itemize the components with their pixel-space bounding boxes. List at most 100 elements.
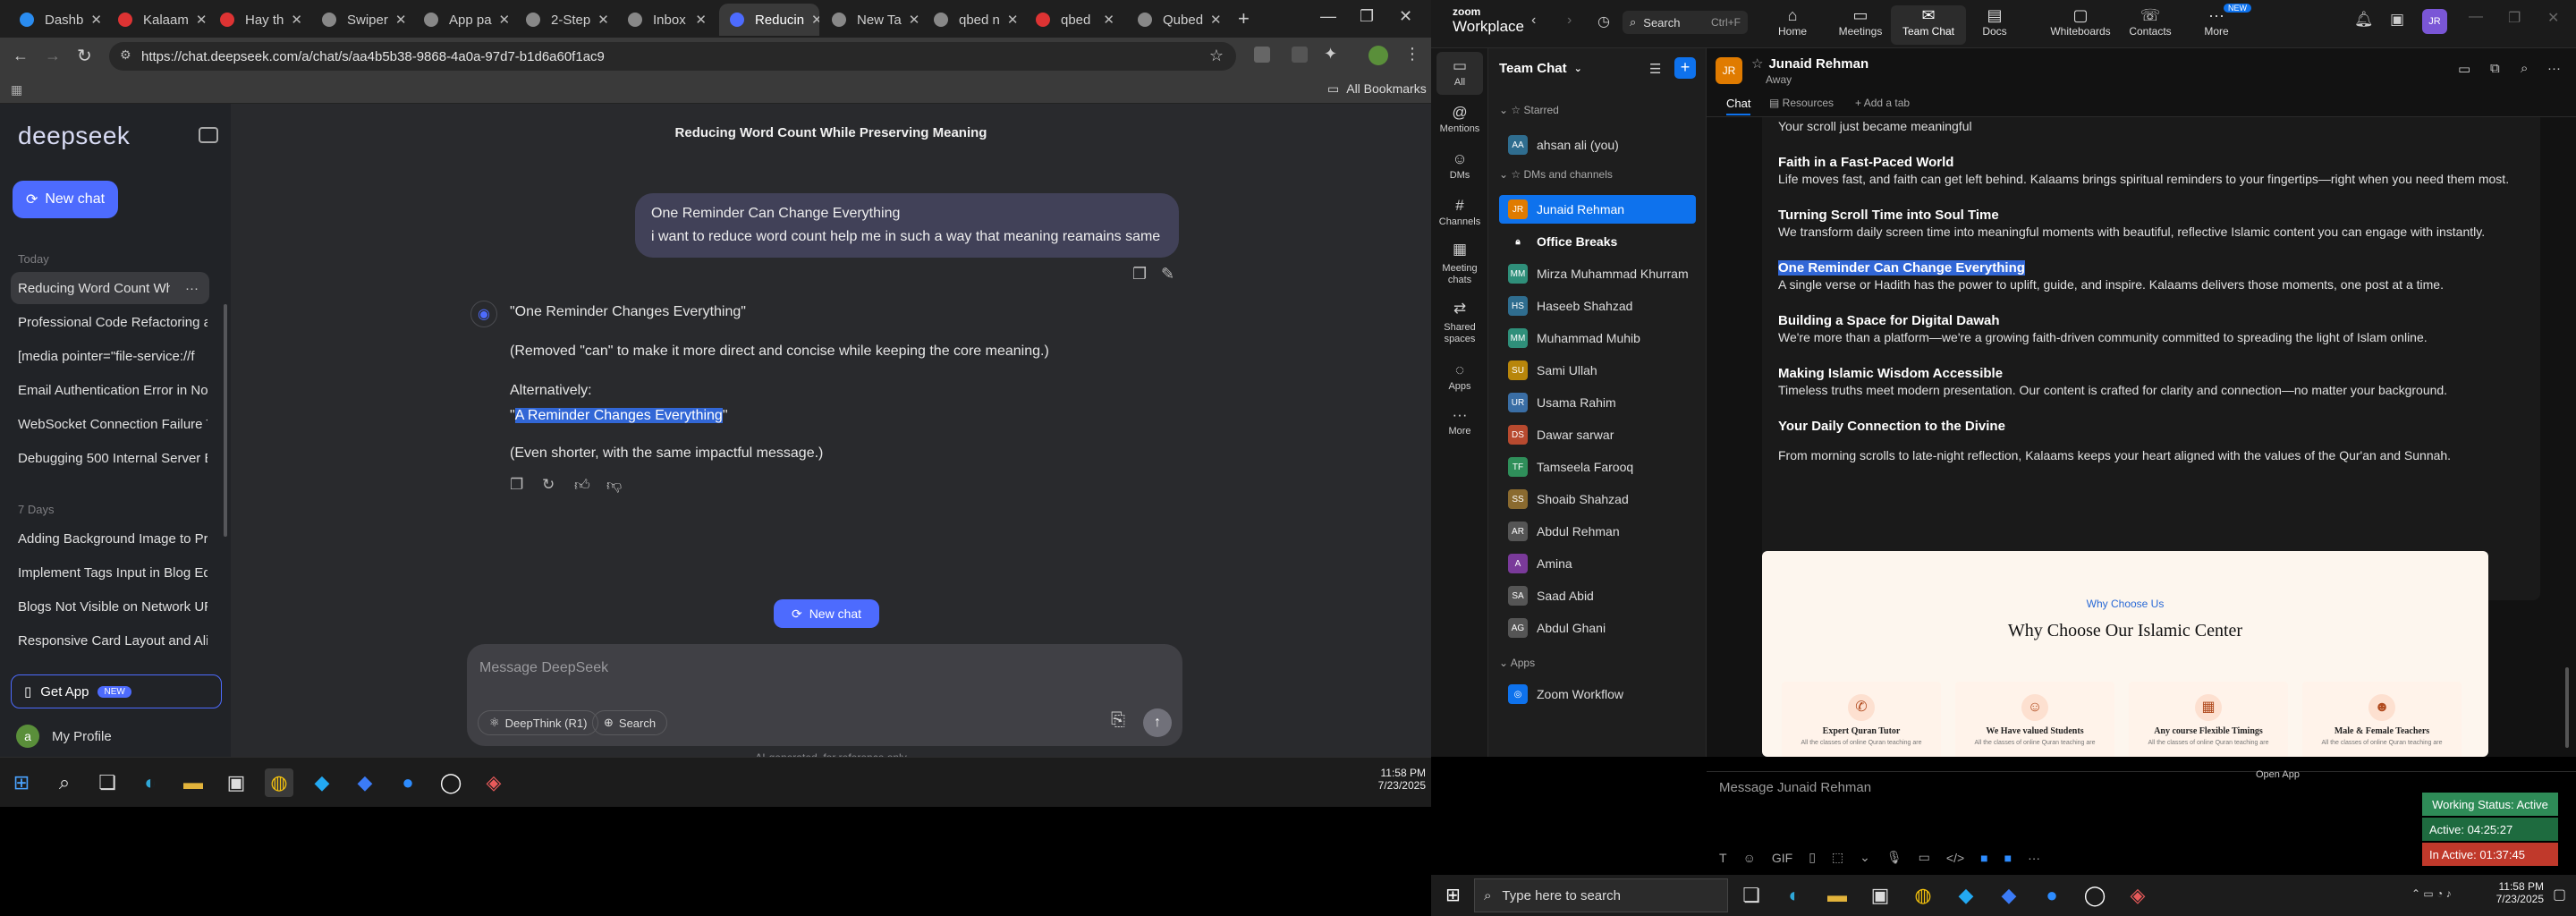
minimize-icon[interactable]: — — [2469, 9, 2483, 25]
notification-icon[interactable]: ▢ — [2553, 886, 2566, 903]
file-explorer-icon[interactable]: ▬ — [1823, 881, 1852, 910]
chat-avatar[interactable]: JR — [1716, 57, 1742, 84]
thumbs-up-icon[interactable]: 👍︎ — [574, 476, 590, 495]
video-call-icon[interactable]: ▭ — [2458, 61, 2470, 77]
history-icon[interactable]: ◷ — [1597, 13, 1610, 30]
rail-more[interactable]: ··· More — [1431, 406, 1488, 437]
chat-header-name[interactable]: ☆ Junaid Rehman — [1751, 55, 1868, 72]
gif-icon[interactable]: GIF — [1772, 851, 1792, 865]
deepthink-toggle[interactable]: ⚛ DeepThink (R1) — [478, 710, 599, 735]
close-window-icon[interactable]: ✕ — [1399, 7, 1412, 26]
zoom-icon[interactable]: ● — [2038, 881, 2066, 910]
vscode-icon[interactable]: ◆ — [308, 768, 336, 797]
browser-tab[interactable]: Qubed ✕ — [1127, 4, 1227, 36]
browser-tab[interactable]: App pa ✕ — [413, 4, 513, 36]
vscode-icon[interactable]: ◆ — [1952, 881, 1980, 910]
app-icon[interactable]: ◈ — [2123, 881, 2152, 910]
copy-icon[interactable]: ❐ — [510, 476, 523, 494]
chrome-icon[interactable]: ◍ — [1909, 881, 1937, 910]
store-icon[interactable]: ▣ — [1866, 881, 1894, 910]
emoji-icon[interactable]: ☺ — [1743, 851, 1756, 865]
get-app-button[interactable]: ▯ Get App NEW — [11, 674, 222, 708]
close-icon[interactable]: ✕ — [804, 12, 819, 28]
contact-item[interactable]: AG Abdul Ghani — [1499, 614, 1696, 642]
edge-icon[interactable]: ◐ — [136, 768, 165, 797]
forward-icon[interactable]: → — [45, 47, 61, 65]
channel-item[interactable]: 🔒︎ Office Breaks — [1499, 227, 1696, 256]
format-text-icon[interactable]: T — [1719, 851, 1727, 865]
close-icon[interactable]: ✕ — [1203, 12, 1222, 28]
open-app-link[interactable]: Open App — [2256, 769, 2300, 780]
code-icon[interactable]: </> — [1946, 851, 1964, 865]
contact-item[interactable]: MM Mirza Muhammad Khurram — [1499, 259, 1696, 288]
extension-icon[interactable] — [1254, 47, 1270, 63]
starred-section[interactable]: ⌄ ☆ Starred — [1499, 104, 1559, 116]
forward-icon[interactable]: › — [1567, 13, 1572, 29]
my-profile[interactable]: a My Profile — [16, 725, 112, 748]
contact-item-active[interactable]: JR Junaid Rehman — [1499, 195, 1696, 224]
app-icon[interactable]: ◈ — [479, 768, 508, 797]
zoom-icon[interactable]: ● — [394, 768, 422, 797]
screenshot-icon[interactable]: ⬚ — [1832, 850, 1843, 865]
app-icon[interactable]: ◯ — [436, 768, 465, 797]
close-icon[interactable]: ✕ — [492, 12, 511, 28]
extensions-puzzle-icon[interactable]: ✦ — [1324, 45, 1337, 64]
profile-avatar[interactable]: JR — [2422, 9, 2447, 34]
attach-icon[interactable]: ⎘ — [1111, 710, 1125, 731]
new-chat-pill-button[interactable]: ⟳ New chat — [774, 599, 879, 628]
bookmark-star-icon[interactable]: ☆ — [1209, 47, 1224, 65]
contact-item[interactable]: SS Shoaib Shahzad — [1499, 485, 1696, 513]
close-window-icon[interactable]: ✕ — [2547, 9, 2559, 27]
back-icon[interactable]: ← — [13, 47, 29, 65]
microphone-icon[interactable]: 🎙︎ — [1886, 850, 1902, 865]
app-extension-icon[interactable]: ■ — [2004, 851, 2012, 865]
contact-item[interactable]: A Amina — [1499, 549, 1696, 578]
contact-item[interactable]: AR Abdul Rehman — [1499, 517, 1696, 546]
browser-tab-active[interactable]: Reducin ✕ — [719, 4, 819, 36]
browser-tab[interactable]: New Ta ✕ — [821, 4, 921, 36]
browser-tab[interactable]: Inbox ✕ — [617, 4, 717, 36]
nav-meetings[interactable]: ▭ Meetings — [1823, 5, 1898, 45]
contact-item[interactable]: TF Tamseela Farooq — [1499, 453, 1696, 481]
app-extension-icon[interactable]: ■ — [1980, 851, 1987, 865]
browser-tab[interactable]: 2-Step ✕ — [515, 4, 615, 36]
search-toggle[interactable]: ⊕ Search — [592, 710, 668, 735]
history-item[interactable]: Professional Code Refactoring and — [11, 306, 208, 338]
rail-channels[interactable]: # Channels — [1431, 197, 1488, 227]
tab-chat[interactable]: Chat — [1726, 97, 1751, 115]
tab-resources[interactable]: ▤ Resources — [1769, 97, 1834, 109]
close-icon[interactable]: ✕ — [388, 12, 407, 28]
close-icon[interactable]: ✕ — [189, 12, 208, 28]
chat-scrollbar[interactable] — [2565, 667, 2569, 748]
apps-icon[interactable]: ▣ — [2390, 11, 2404, 29]
clock[interactable]: 11:58 PM 7/23/2025 — [2479, 880, 2544, 905]
reload-icon[interactable]: ↻ — [77, 45, 92, 67]
apps-section[interactable]: ⌄ Apps — [1499, 657, 1535, 669]
address-bar[interactable]: ⚙ https://chat.deepseek.com/a/chat/s/aa4… — [109, 42, 1236, 71]
zoom-message-input[interactable]: Message Junaid Rehman — [1719, 780, 1871, 795]
contact-item[interactable]: HS Haseeb Shahzad — [1499, 292, 1696, 320]
browser-tab[interactable]: Dashb ✕ — [9, 4, 106, 36]
star-icon[interactable]: ☆ — [1751, 56, 1763, 72]
all-bookmarks[interactable]: ▭ All Bookmarks — [1327, 81, 1427, 97]
working-status-badge[interactable]: Working Status: Active — [2422, 793, 2558, 816]
nav-contacts[interactable]: ☏ Contacts — [2113, 5, 2188, 45]
system-tray-icons[interactable]: ⌃ ▭ ◔ ♪ — [2411, 887, 2452, 900]
close-icon[interactable]: ✕ — [688, 12, 707, 28]
history-item[interactable]: Adding Background Image to Pr — [11, 522, 208, 555]
compose-button[interactable]: + — [1674, 57, 1696, 79]
bell-icon[interactable]: 🔔︎ — [2354, 11, 2374, 29]
vscode-icon[interactable]: ◆ — [1995, 881, 2023, 910]
rail-dms[interactable]: ☺ DMs — [1431, 150, 1488, 181]
collapse-sidebar-icon[interactable] — [199, 127, 218, 143]
app-icon[interactable]: ◯ — [2080, 881, 2109, 910]
chevron-down-icon[interactable]: ⌄ — [1860, 850, 1870, 865]
sidebar-scrollbar[interactable] — [224, 304, 227, 537]
close-icon[interactable]: ✕ — [1096, 12, 1114, 28]
regenerate-icon[interactable]: ↻ — [542, 476, 555, 494]
nav-docs[interactable]: ▤ Docs — [1957, 5, 2032, 45]
app-item[interactable]: ◎ Zoom Workflow — [1499, 680, 1696, 708]
contact-item[interactable]: SU Sami Ullah — [1499, 356, 1696, 385]
shared-image[interactable]: Why Choose Us Why Choose Our Islamic Cen… — [1762, 551, 2488, 757]
history-item[interactable]: Responsive Card Layout and Alig — [11, 624, 208, 657]
